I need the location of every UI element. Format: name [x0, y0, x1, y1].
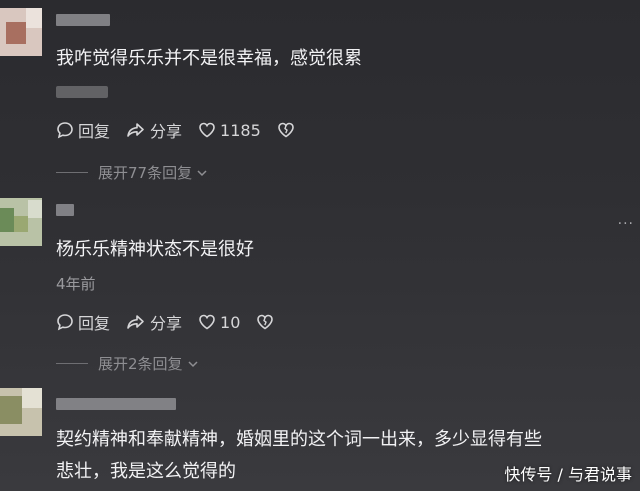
share-button[interactable]: 分享 — [126, 118, 182, 142]
heart-icon — [199, 122, 215, 138]
comment-bubble-icon — [57, 122, 73, 139]
share-button[interactable]: 分享 — [126, 310, 182, 334]
like-count: 10 — [220, 312, 241, 332]
comment-actions: 回复 分享 10 — [56, 310, 294, 334]
expand-replies-label: 展开2条回复 — [98, 355, 183, 373]
expand-replies-label: 展开77条回复 — [98, 164, 193, 182]
username-blurred[interactable] — [56, 14, 110, 26]
watermark: 快传号 / 与君说事 — [504, 465, 632, 484]
share-arrow-icon — [127, 315, 144, 329]
avatar[interactable] — [0, 198, 42, 246]
timestamp: 4年前 — [56, 275, 96, 293]
heart-icon — [199, 314, 215, 330]
comment-text-line-1: 契约精神和奉献精神，婚姻里的这个词一出来，多少显得有些 — [56, 429, 542, 450]
expand-replies-button[interactable]: 展开2条回复 — [56, 353, 199, 374]
like-count: 1185 — [220, 120, 261, 140]
expand-replies-button[interactable]: 展开77条回复 — [56, 162, 208, 183]
avatar[interactable] — [0, 8, 42, 56]
chevron-down-icon — [188, 360, 198, 367]
chevron-down-icon — [197, 169, 207, 176]
reply-label: 回复 — [78, 122, 111, 141]
dislike-button[interactable] — [256, 313, 278, 331]
reply-button[interactable]: 回复 — [56, 118, 110, 142]
share-arrow-icon — [127, 123, 144, 137]
comment-actions: 回复 分享 1185 — [56, 118, 315, 142]
username-blurred[interactable] — [56, 398, 176, 410]
reply-label: 回复 — [78, 314, 111, 333]
more-options-icon[interactable]: ··· — [618, 216, 634, 232]
timestamp-blurred — [56, 86, 108, 98]
comment-text: 我咋觉得乐乐并不是很幸福，感觉很累 — [56, 48, 362, 69]
like-button[interactable]: 10 — [198, 313, 240, 332]
comment-bubble-icon — [57, 314, 73, 331]
comment-text: 杨乐乐精神状态不是很好 — [56, 239, 254, 260]
like-button[interactable]: 1185 — [198, 121, 261, 140]
broken-heart-icon — [257, 314, 274, 330]
comment-text-line-2: 悲壮，我是这么觉得的 — [56, 461, 236, 482]
username-blurred[interactable] — [56, 204, 74, 216]
share-label: 分享 — [150, 122, 183, 141]
divider — [56, 363, 88, 364]
divider — [56, 172, 88, 173]
dislike-button[interactable] — [277, 121, 299, 139]
avatar[interactable] — [0, 388, 42, 436]
reply-button[interactable]: 回复 — [56, 310, 110, 334]
share-label: 分享 — [150, 314, 183, 333]
broken-heart-icon — [277, 122, 294, 138]
